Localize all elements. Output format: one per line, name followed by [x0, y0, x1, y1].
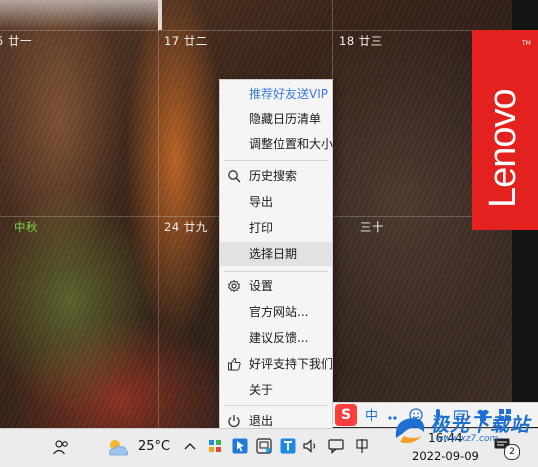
menu-item-label: 好评支持下我们 [249, 357, 334, 371]
menu-item-select-date[interactable]: 选择日期 [220, 242, 332, 266]
menu-item-label: 打印 [249, 221, 274, 235]
thumbs-up-icon [228, 357, 241, 371]
menu-item-label: 选择日期 [249, 247, 298, 261]
sogou-logo-icon[interactable]: S [335, 404, 357, 426]
gear-icon [227, 279, 241, 293]
watermark-logo-icon [395, 418, 425, 444]
calendar-day-cell[interactable]: 17 廿二 [164, 33, 208, 49]
lenovo-banner: TM Lenovo [472, 30, 538, 230]
menu-separator [224, 405, 328, 406]
tool-icon[interactable] [256, 438, 272, 454]
t-app-icon[interactable] [280, 438, 296, 454]
menu-item-hide-list[interactable]: 隐藏日历清单 [220, 107, 332, 131]
arrow-app-icon[interactable] [232, 438, 248, 454]
menu-item-label: 官方网站... [249, 305, 309, 319]
chat-icon[interactable] [328, 438, 344, 454]
menu-item-recommend-vip[interactable]: 推荐好友送VIP [220, 82, 332, 106]
menu-item-official-site[interactable]: 官方网站... [220, 300, 332, 324]
menu-separator [224, 271, 328, 272]
partly-cloudy-icon[interactable] [104, 436, 132, 460]
menu-item-label: 隐藏日历清单 [249, 112, 322, 126]
clock-date[interactable]: 2022-09-09 [412, 449, 479, 463]
menu-item-rate-us[interactable]: 好评支持下我们 [220, 352, 334, 376]
menu-item-settings[interactable]: 设置 [220, 274, 332, 298]
highlight-strip [0, 0, 158, 30]
grid-line [0, 30, 472, 31]
menu-item-label: 历史搜索 [249, 169, 298, 183]
lenovo-logo: Lenovo [482, 89, 524, 208]
watermark-url: www.xz7.com [436, 434, 499, 444]
ime-indicator-icon[interactable] [354, 438, 370, 454]
menu-item-label: 关于 [249, 383, 274, 397]
menu-item-export[interactable]: 导出 [220, 190, 332, 214]
calendar-day-cell[interactable]: 5 廿一 [0, 33, 32, 49]
menu-item-label: 导出 [249, 195, 274, 209]
menu-item-feedback[interactable]: 建议反馈... [220, 326, 332, 350]
context-menu: 推荐好友送VIP 隐藏日历清单 调整位置和大小 历史搜索 导出 打印 选择日期 … [219, 79, 333, 435]
menu-item-adjust-size[interactable]: 调整位置和大小 [220, 132, 334, 156]
menu-item-label: 建议反馈... [249, 331, 309, 345]
calendar-day-cell[interactable]: 18 廿三 [339, 33, 383, 49]
grid-line [158, 0, 159, 428]
watermark: 极光下载站 www.xz7.com [392, 410, 532, 450]
calendar-day-cell[interactable]: 中秋 [14, 219, 38, 235]
menu-item-about[interactable]: 关于 [220, 378, 332, 402]
menu-item-label: 设置 [249, 279, 274, 293]
volume-icon[interactable] [303, 439, 319, 453]
chevron-up-icon[interactable] [184, 441, 196, 451]
menu-item-print[interactable]: 打印 [220, 216, 332, 240]
people-icon[interactable] [52, 438, 70, 456]
calendar-day-cell[interactable]: 三十 [360, 219, 384, 235]
power-icon [228, 415, 240, 428]
menu-separator [224, 160, 328, 161]
search-icon [228, 170, 241, 183]
calendar-day-cell[interactable]: 24 廿九 [164, 219, 208, 235]
weather-temperature[interactable]: 25°C [138, 439, 170, 454]
menu-item-label: 调整位置和大小 [249, 137, 334, 151]
ime-mode-toggle[interactable]: 中 [365, 405, 378, 424]
menu-item-label: 推荐好友送VIP [249, 87, 328, 101]
watermark-title: 极光下载站 [430, 414, 531, 436]
menu-item-history-search[interactable]: 历史搜索 [220, 164, 332, 188]
trademark-mark: TM [522, 40, 531, 47]
grid-app-icon[interactable] [208, 439, 222, 453]
